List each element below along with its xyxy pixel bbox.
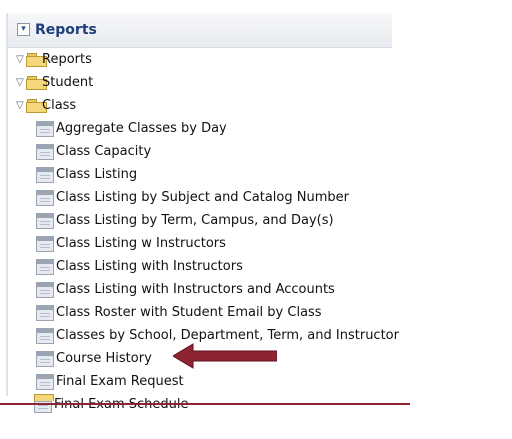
report-icon — [36, 374, 54, 390]
report-label: Aggregate Classes by Day — [56, 121, 227, 136]
report-icon — [36, 213, 54, 229]
report-label: Class Listing with Instructors — [56, 259, 243, 274]
report-icon — [36, 190, 54, 206]
report-label: Class Listing by Term, Campus, and Day(s… — [56, 213, 334, 228]
report-label: Class Roster with Student Email by Class — [56, 305, 322, 320]
report-label: Class Listing w Instructors — [56, 236, 226, 251]
report-icon — [36, 121, 54, 137]
report-icon — [36, 351, 54, 367]
report-icon — [36, 144, 54, 160]
expand-toggle-icon[interactable]: ▽ — [16, 54, 25, 65]
report-label: Final Exam Request — [56, 374, 184, 389]
panel-header: ▾ Reports — [8, 13, 392, 48]
collapse-icon[interactable]: ▾ — [17, 23, 30, 36]
expand-toggle-icon[interactable]: ▽ — [16, 100, 25, 111]
report-icon — [36, 282, 54, 298]
pointer-arrow-icon — [173, 343, 277, 369]
folder-label: Student — [42, 75, 94, 90]
report-label: Classes by School, Department, Term, and… — [56, 328, 399, 343]
report-icon — [36, 305, 54, 321]
folder-label: Class — [42, 98, 77, 113]
reports-panel: ▾ Reports ▽ Reports ▽ Student ▽ Class Ag… — [6, 13, 399, 396]
report-label: Class Listing — [56, 167, 138, 182]
folder-icon-partial — [34, 394, 54, 401]
report-icon — [36, 167, 54, 183]
report-label: Class Listing by Subject and Catalog Num… — [56, 190, 349, 205]
folder-label: Reports — [42, 52, 92, 67]
report-icon — [36, 236, 54, 252]
report-icon — [36, 259, 54, 275]
report-icon — [36, 328, 54, 344]
panel-title: Reports — [35, 22, 97, 38]
expand-toggle-icon[interactable]: ▽ — [16, 77, 25, 88]
report-label: Class Listing with Instructors and Accou… — [56, 282, 335, 297]
report-label: Class Capacity — [56, 144, 152, 159]
report-label: Course History — [56, 351, 152, 366]
footer-divider — [0, 403, 410, 405]
